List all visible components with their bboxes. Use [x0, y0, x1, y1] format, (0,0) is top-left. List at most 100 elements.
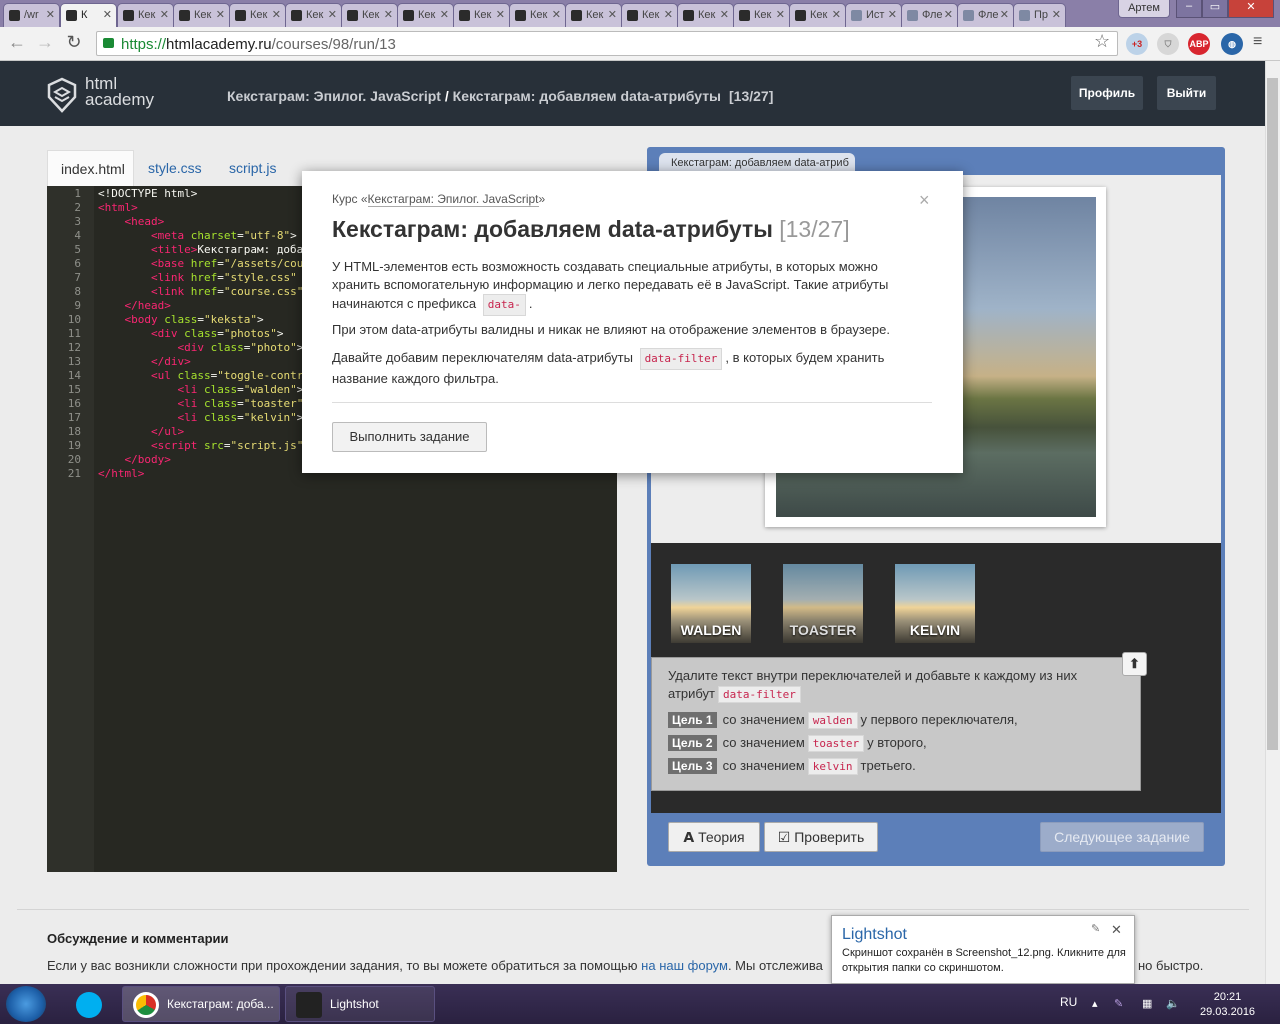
collapse-arrow-icon[interactable]: ⬆ [1122, 652, 1147, 676]
modal-divider [332, 402, 932, 403]
browser-tab[interactable]: Ист ✕ [845, 3, 902, 27]
tab-close-icon[interactable]: ✕ [1000, 8, 1009, 21]
browser-tab[interactable]: Кек ✕ [341, 3, 398, 27]
browser-tab[interactable]: Кек ✕ [565, 3, 622, 27]
browser-tab[interactable]: Кек ✕ [621, 3, 678, 27]
tab-close-icon[interactable]: ✕ [664, 8, 673, 21]
browser-tab[interactable]: Кек ✕ [173, 3, 230, 27]
check-button[interactable]: ☑ Проверить [764, 822, 878, 852]
tab-close-icon[interactable]: ✕ [888, 8, 897, 21]
lightshot-tray-icon[interactable]: ✎ [1114, 997, 1128, 1011]
clock[interactable]: 20:21 29.03.2016 [1200, 990, 1255, 1020]
close-window-button[interactable]: ✕ [1228, 0, 1274, 18]
breadcrumb-progress: [13/27] [729, 88, 774, 104]
modal-course-link[interactable]: Кекстаграм: Эпилог. JavaScript [367, 192, 539, 207]
star-icon[interactable]: ☆ [1094, 31, 1110, 52]
shield-icon[interactable]: ⛉ [1157, 33, 1179, 55]
tab-close-icon[interactable]: ✕ [160, 8, 169, 21]
menu-icon[interactable]: ≡ [1253, 33, 1262, 51]
filter-toaster[interactable]: TOASTER [783, 564, 863, 643]
scrollbar-thumb[interactable] [1267, 78, 1278, 750]
goal-text: со значением [722, 758, 805, 773]
start-button[interactable] [6, 986, 46, 1022]
lightshot-text[interactable]: Скриншот сохранён в Screenshot_12.png. К… [842, 946, 1127, 976]
tab-style-css[interactable]: style.css [135, 150, 215, 186]
tab-close-icon[interactable]: ✕ [328, 8, 337, 21]
tab-close-icon[interactable]: ✕ [440, 8, 449, 21]
tab-close-icon[interactable]: ✕ [496, 8, 505, 21]
volume-icon[interactable]: 🔈 [1166, 997, 1180, 1011]
skype-icon[interactable] [76, 992, 102, 1018]
tab-close-icon[interactable]: ✕ [46, 8, 55, 21]
browser-tab[interactable]: Кек ✕ [509, 3, 566, 27]
tab-close-icon[interactable]: ✕ [1052, 8, 1061, 21]
browser-tab[interactable]: Кек ✕ [733, 3, 790, 27]
tab-close-icon[interactable]: ✕ [944, 8, 953, 21]
tab-close-icon[interactable]: ✕ [776, 8, 785, 21]
favicon-icon [515, 10, 526, 21]
tab-close-icon[interactable]: ✕ [608, 8, 617, 21]
logo-shield-icon[interactable] [47, 77, 77, 113]
modal-close-icon[interactable]: × [919, 190, 930, 211]
chrome-icon [133, 992, 159, 1018]
run-task-button[interactable]: Выполнить задание [332, 422, 487, 452]
tray-expand-icon[interactable]: ▴ [1092, 997, 1106, 1011]
browser-tab[interactable]: К ✕ [60, 3, 117, 27]
close-icon[interactable]: ✕ [1111, 922, 1122, 938]
browser-tab[interactable]: Кек ✕ [677, 3, 734, 27]
back-icon[interactable]: ← [6, 31, 28, 53]
browser-tab[interactable]: Кек ✕ [397, 3, 454, 27]
browser-tab[interactable]: Фле ✕ [901, 3, 958, 27]
browser-tab-label: /wr [24, 9, 39, 21]
profile-button[interactable]: Профиль [1071, 76, 1143, 110]
breadcrumb-course[interactable]: Кекстаграм: Эпилог. JavaScript [227, 88, 441, 104]
tab-index-html[interactable]: index.html [47, 150, 134, 186]
globe-icon[interactable]: ◍ [1221, 33, 1243, 55]
tab-close-icon[interactable]: ✕ [216, 8, 225, 21]
maximize-button[interactable]: ▭ [1202, 0, 1228, 18]
code-line: </head> [124, 299, 171, 312]
line-number: 17 [67, 411, 81, 424]
browser-tab-label: Кек [530, 9, 548, 21]
browser-tab[interactable]: Кек ✕ [789, 3, 846, 27]
tab-close-icon[interactable]: ✕ [384, 8, 393, 21]
logout-button[interactable]: Выйти [1157, 76, 1216, 110]
theory-button[interactable]: 𝗔 Теория [668, 822, 760, 852]
forum-link[interactable]: на наш форум [641, 958, 728, 973]
logo-text[interactable]: html academy [85, 75, 154, 108]
tab-close-icon[interactable]: ✕ [552, 8, 561, 21]
next-task-button[interactable]: Следующее задание [1040, 822, 1204, 852]
reload-icon[interactable]: ↻ [63, 31, 85, 53]
address-bar[interactable]: https://htmlacademy.ru/courses/98/run/13 [96, 31, 1118, 56]
discussion-text-mid: . Мы отслежива [727, 958, 823, 973]
browser-tab[interactable]: Пр ✕ [1013, 3, 1066, 27]
language-indicator[interactable]: RU [1060, 995, 1077, 1009]
code-line: <div class="photos"> [150, 327, 284, 340]
line-number: 12 [67, 341, 81, 354]
favicon-icon [683, 10, 694, 21]
browser-tab[interactable]: Фле ✕ [957, 3, 1014, 27]
minimize-button[interactable]: – [1176, 0, 1202, 18]
tab-close-icon[interactable]: ✕ [832, 8, 841, 21]
tab-close-icon[interactable]: ✕ [103, 8, 112, 21]
tab-close-icon[interactable]: ✕ [272, 8, 281, 21]
pin-icon[interactable]: ✎ [1091, 922, 1100, 935]
favicon-icon [851, 10, 862, 21]
tab-close-icon[interactable]: ✕ [720, 8, 729, 21]
filter-kelvin[interactable]: KELVIN [895, 564, 975, 643]
browser-tab[interactable]: Кек ✕ [117, 3, 174, 27]
forward-icon[interactable]: → [34, 31, 56, 53]
browser-tab[interactable]: Кек ✕ [229, 3, 286, 27]
ext-badge-icon[interactable]: +3 [1126, 33, 1148, 55]
browser-tab[interactable]: /wr ✕ [3, 3, 60, 27]
browser-tab-label: Кек [194, 9, 212, 21]
tab-script-js[interactable]: script.js [216, 150, 289, 186]
network-icon[interactable]: ▦ [1142, 997, 1156, 1011]
favicon-icon [907, 10, 918, 21]
browser-tab[interactable]: Кек ✕ [285, 3, 342, 27]
browser-tab[interactable]: Кек ✕ [453, 3, 510, 27]
code-line: </div> [150, 355, 191, 368]
filter-walden[interactable]: WALDEN [671, 564, 751, 643]
taskbar-lightshot-label: Lightshot [330, 997, 379, 1011]
adblock-icon[interactable]: ABP [1188, 33, 1210, 55]
